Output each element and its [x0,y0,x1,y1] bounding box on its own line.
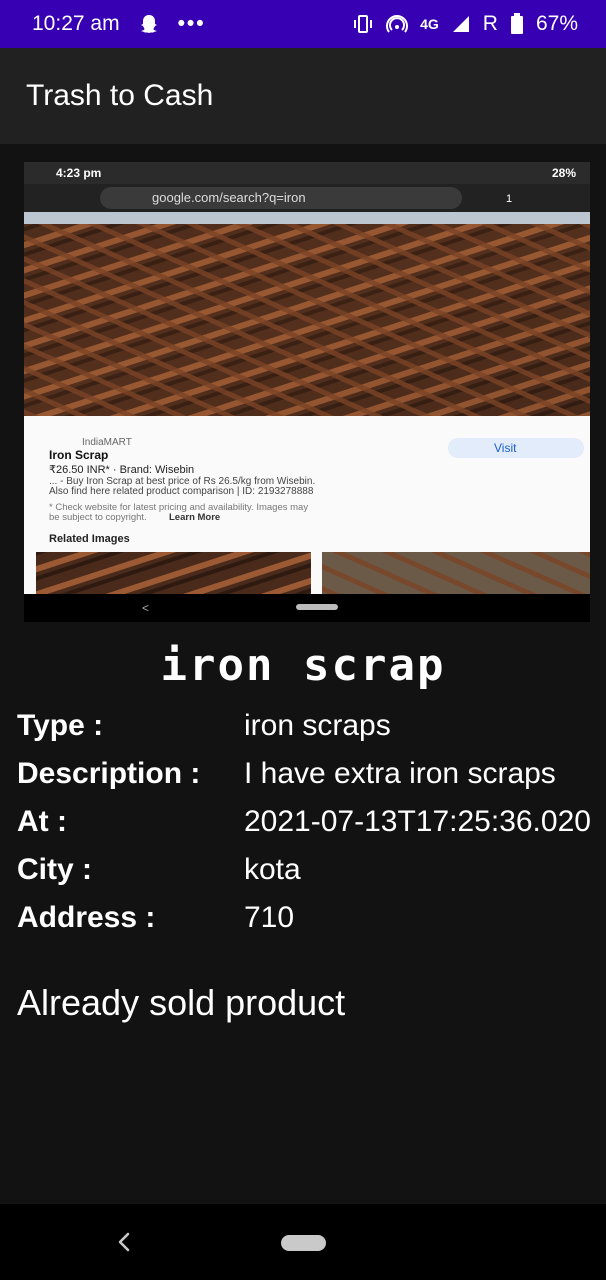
sold-status: Already sold product [17,982,346,1023]
type-value: iron scraps [244,709,391,742]
snapchat-icon [138,13,160,35]
roaming-indicator: R [482,12,498,35]
detail-row-type: Type : iron scraps [17,706,597,746]
battery-percent: 67% [535,12,578,35]
inner-url: google.com/search?q=iron [152,190,306,205]
at-value: 2021-07-13T17:25:36.020 [244,805,591,838]
inner-visit-label: Visit [494,441,517,455]
product-image-graphic: 4:23 pm 28% google.com/search?q=iron 1 I… [24,162,590,622]
status-time: 10:27 am [32,12,120,35]
inner-status-battery: 28% [552,166,576,180]
system-nav-bar [0,1204,606,1280]
back-icon[interactable] [114,1230,134,1259]
city-label: City : [17,853,92,886]
address-label: Address : [17,901,156,934]
vibrate-icon [352,13,374,35]
inner-status-time: 4:23 pm [56,166,101,180]
notification-dots-icon: ••• [177,12,206,35]
inner-related-heading: Related Images [49,533,130,545]
app-title: Trash to Cash [26,79,214,112]
battery-icon [510,13,524,35]
product-image[interactable]: 4:23 pm 28% google.com/search?q=iron 1 I… [24,162,590,622]
inner-price-line: ₹26.50 INR* · Brand: Wisebin [49,464,194,476]
status-bar: 10:27 am ••• 4G R 67% [0,0,606,48]
type-label: Type : [17,709,104,742]
signal-icon [451,14,471,34]
description-label: Description : [17,757,201,790]
detail-row-address: Address : 710 [17,898,597,938]
inner-note-line2: be subject to copyright. [49,512,147,523]
inner-desc-line2: Also find here related product compariso… [49,486,314,497]
detail-row-at: At : 2021-07-13T17:25:36.020 [17,802,597,842]
inner-learn-more: Learn More [169,512,220,523]
detail-row-description: Description : I have extra iron scraps [17,754,597,794]
inner-source: IndiaMART [82,437,132,448]
inner-tab-count: 1 [506,193,512,205]
description-value: I have extra iron scraps [244,757,556,790]
detail-row-city: City : kota [17,850,597,890]
address-value: 710 [244,901,295,934]
city-value: kota [244,853,301,886]
home-pill-button[interactable] [281,1235,326,1251]
product-details: Type : iron scraps Description : I have … [17,706,597,946]
inner-item-title: Iron Scrap [49,448,108,462]
network-type: 4G [420,16,439,32]
product-name: iron scrap [160,640,446,691]
at-label: At : [17,805,67,838]
hotspot-icon [386,13,409,35]
app-bar: Trash to Cash [0,48,606,144]
inner-nav-back: < [142,601,149,615]
